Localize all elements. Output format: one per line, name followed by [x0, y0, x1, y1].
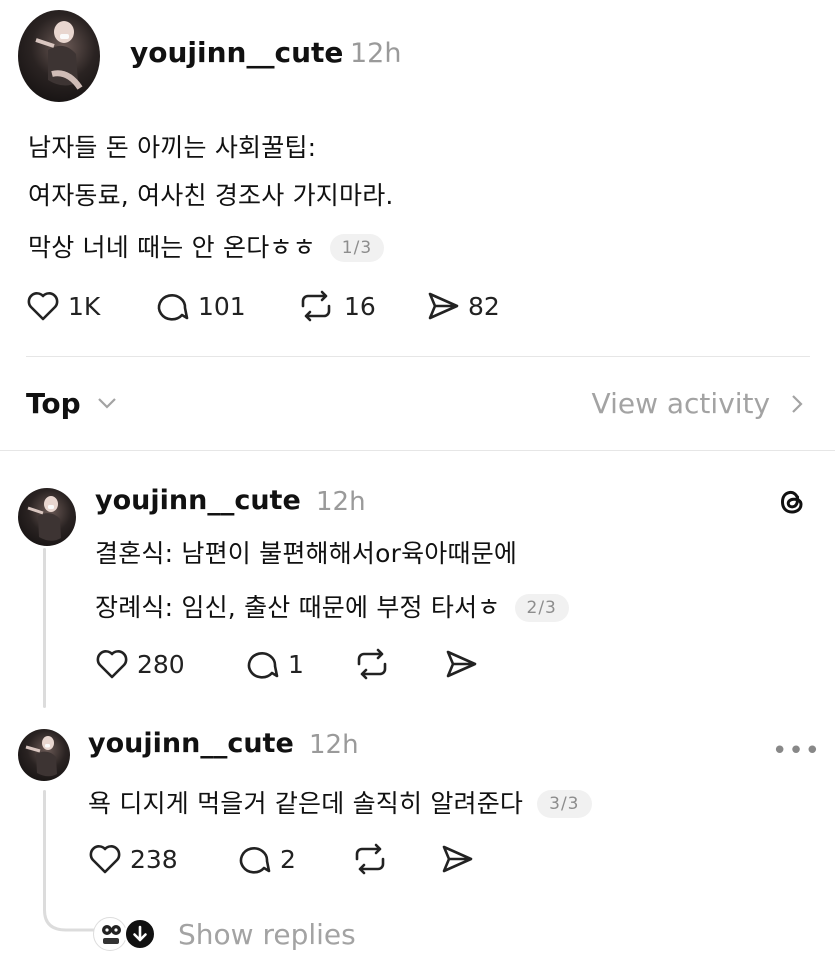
view-activity-link[interactable]: View activity [592, 387, 805, 420]
post-share-button[interactable]: 82 [426, 290, 500, 322]
reply-like-button[interactable]: 238 [88, 843, 178, 875]
post-repost-button[interactable]: 16 [296, 290, 376, 322]
threads-logo-icon[interactable] [776, 486, 808, 518]
post-repost-count: 16 [344, 291, 376, 321]
show-replies-arrow[interactable] [124, 918, 156, 950]
reply-text-line-2: 장례식: 임신, 출산 때문에 부정 타서ㅎ 2/3 [95, 588, 569, 624]
reply-repost-button[interactable] [352, 648, 392, 680]
reply-share-button[interactable] [444, 648, 478, 680]
heart-icon [96, 650, 128, 679]
sort-dropdown[interactable]: Top [26, 387, 118, 420]
arrow-down-icon [133, 925, 147, 942]
reply-text-line-1: 결혼식: 남편이 불편해해서or육아때문에 [95, 539, 518, 568]
thread-line [43, 548, 46, 708]
avatar[interactable] [18, 729, 70, 781]
post-comment-count: 101 [198, 291, 246, 321]
avatar[interactable] [18, 10, 100, 102]
avatar-photo [27, 496, 61, 541]
show-replies-link[interactable]: Show replies [178, 918, 356, 951]
reply-like-button[interactable]: 280 [95, 648, 185, 680]
reply-time: 12h [316, 487, 366, 517]
heart-icon [27, 292, 59, 321]
chevron-down-icon [98, 398, 117, 409]
reply-text-line-1: 욕 디지게 먹을거 같은데 솔직히 알려준다 3/3 [88, 784, 592, 820]
divider [26, 356, 810, 357]
post-time: 12h [350, 38, 402, 69]
share-icon [428, 292, 459, 320]
chevron-right-icon [792, 395, 803, 413]
post-pager: 1/3 [329, 234, 385, 262]
reply-text-line-2-text: 장례식: 임신, 출산 때문에 부정 타서ㅎ [95, 593, 501, 622]
post-like-button[interactable]: 1K [26, 290, 100, 322]
heart-icon [89, 845, 121, 874]
reply-repost-button[interactable] [350, 843, 390, 875]
comment-icon [157, 294, 189, 321]
reply-username[interactable]: youjinn__cute [95, 485, 301, 516]
repost-icon [301, 290, 331, 322]
reply-comment-count: 2 [280, 844, 296, 874]
reply-share-button[interactable] [440, 843, 474, 875]
comment-icon [239, 847, 271, 874]
cartoon-avatar-icon [102, 925, 121, 944]
repost-icon [357, 648, 387, 680]
post-text-line-1: 남자들 돈 아끼는 사회꿀팁: [28, 133, 317, 162]
reply-comment-button[interactable]: 1 [246, 648, 304, 680]
reply-pager: 3/3 [537, 790, 592, 818]
share-icon [446, 650, 477, 678]
reply-time: 12h [309, 730, 359, 760]
reply-text-line-1-text: 욕 디지게 먹을거 같은데 솔직히 알려준다 [88, 789, 524, 818]
reply-pager: 2/3 [514, 594, 569, 622]
thread-line [43, 790, 46, 910]
avatar-photo [35, 21, 83, 90]
sort-label: Top [26, 387, 81, 420]
post-comment-button[interactable]: 101 [156, 290, 246, 322]
post-username[interactable]: youjinn__cute [130, 36, 343, 69]
replier-avatar [93, 917, 127, 951]
comment-icon [247, 652, 279, 679]
reply-comment-count: 1 [288, 649, 304, 679]
post-share-count: 82 [468, 291, 500, 321]
more-icon[interactable]: ••• [772, 736, 821, 766]
post-like-count: 1K [68, 291, 101, 321]
post-text-line-3-text: 막상 너네 때는 안 온다ㅎㅎ [28, 233, 316, 262]
post-text-line-3: 막상 너네 때는 안 온다ㅎㅎ 1/3 [28, 228, 385, 264]
avatar-photo [25, 736, 57, 777]
avatar[interactable] [18, 488, 76, 546]
reply-like-count: 238 [130, 844, 178, 874]
reply-username[interactable]: youjinn__cute [88, 728, 294, 759]
divider [0, 450, 835, 451]
reply-comment-button[interactable]: 2 [238, 843, 296, 875]
share-icon [442, 845, 473, 873]
repost-icon [355, 843, 385, 875]
post-text-line-2: 여자동료, 여사친 경조사 가지마라. [28, 181, 394, 210]
reply-like-count: 280 [137, 649, 185, 679]
view-activity-label: View activity [591, 387, 771, 420]
